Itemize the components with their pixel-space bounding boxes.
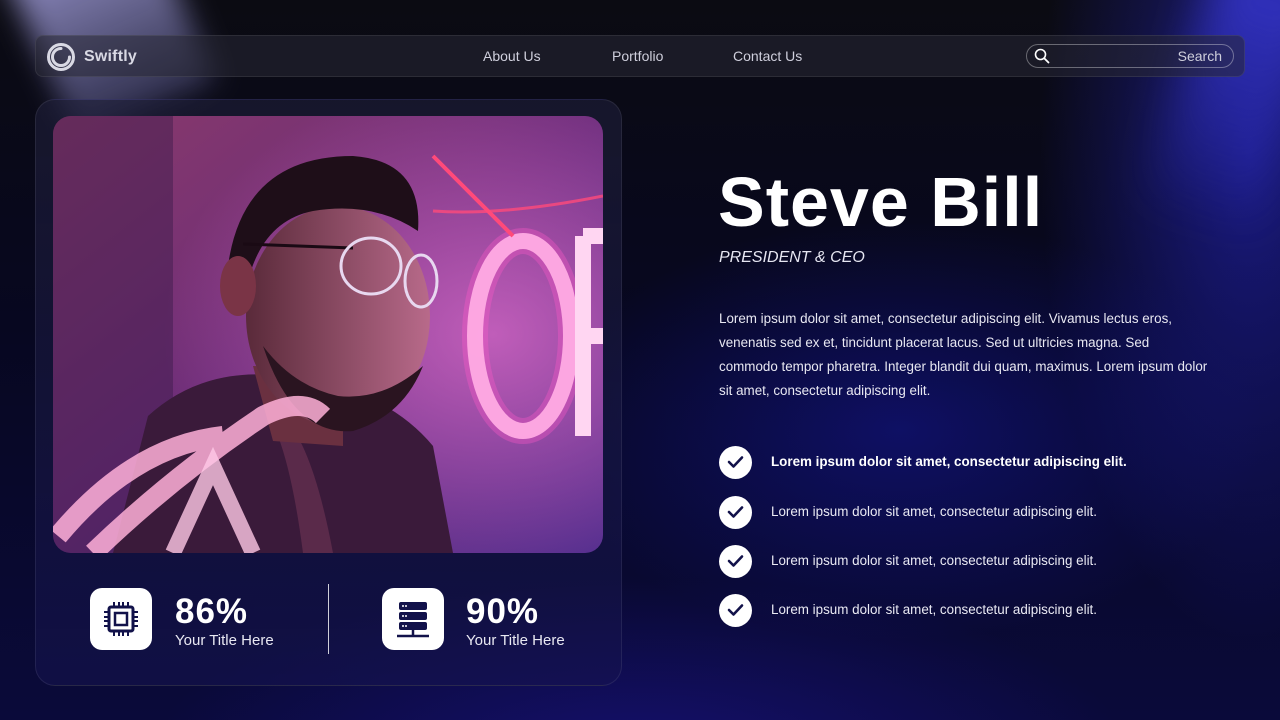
nav-link-contact-us[interactable]: Contact Us [733, 48, 802, 64]
checklist-text: Lorem ipsum dolor sit amet, consectetur … [771, 602, 1097, 617]
search-label: Search [1177, 48, 1222, 64]
check-icon-circle [719, 446, 752, 479]
stat-divider [328, 584, 329, 654]
profile-bio: Lorem ipsum dolor sit amet, consectetur … [719, 311, 1208, 398]
check-icon-circle [719, 545, 752, 578]
stat-value: 86% [175, 592, 249, 631]
profile-name: Steve Bill [718, 163, 1044, 241]
brand-name: Swiftly [84, 48, 137, 65]
profile-photo [53, 116, 603, 553]
brand-logo[interactable]: Swiftly [46, 42, 137, 72]
check-icon-circle [719, 496, 752, 529]
stat-icon-box [382, 588, 444, 650]
stat-icon-box [90, 588, 152, 650]
stat-label: Your Title Here [175, 632, 274, 649]
nav-link-about-us[interactable]: About Us [483, 48, 541, 64]
profile-role: PRESIDENT & CEO [719, 249, 865, 266]
top-navbar: Swiftly About Us Portfolio Contact Us Se… [35, 35, 1245, 77]
nav-link-portfolio[interactable]: Portfolio [612, 48, 663, 64]
check-icon [727, 604, 744, 616]
checklist-text: Lorem ipsum dolor sit amet, consectetur … [771, 504, 1097, 519]
swiftly-logo-icon [47, 43, 75, 71]
search-icon [1034, 48, 1050, 64]
profile-card: 86% Your Title Here 90% Your Title Here [35, 99, 622, 686]
stat-value: 90% [466, 592, 540, 631]
check-icon [727, 456, 744, 468]
check-icon [727, 555, 744, 567]
checklist-text: Lorem ipsum dolor sit amet, consectetur … [771, 553, 1097, 568]
search-box[interactable]: Search [1026, 44, 1234, 68]
checklist-text: Lorem ipsum dolor sit amet, consectetur … [771, 454, 1127, 469]
check-icon-circle [719, 594, 752, 627]
stat-label: Your Title Here [466, 632, 565, 649]
check-icon [727, 506, 744, 518]
cpu-chip-icon [104, 602, 138, 636]
server-icon [397, 602, 429, 638]
